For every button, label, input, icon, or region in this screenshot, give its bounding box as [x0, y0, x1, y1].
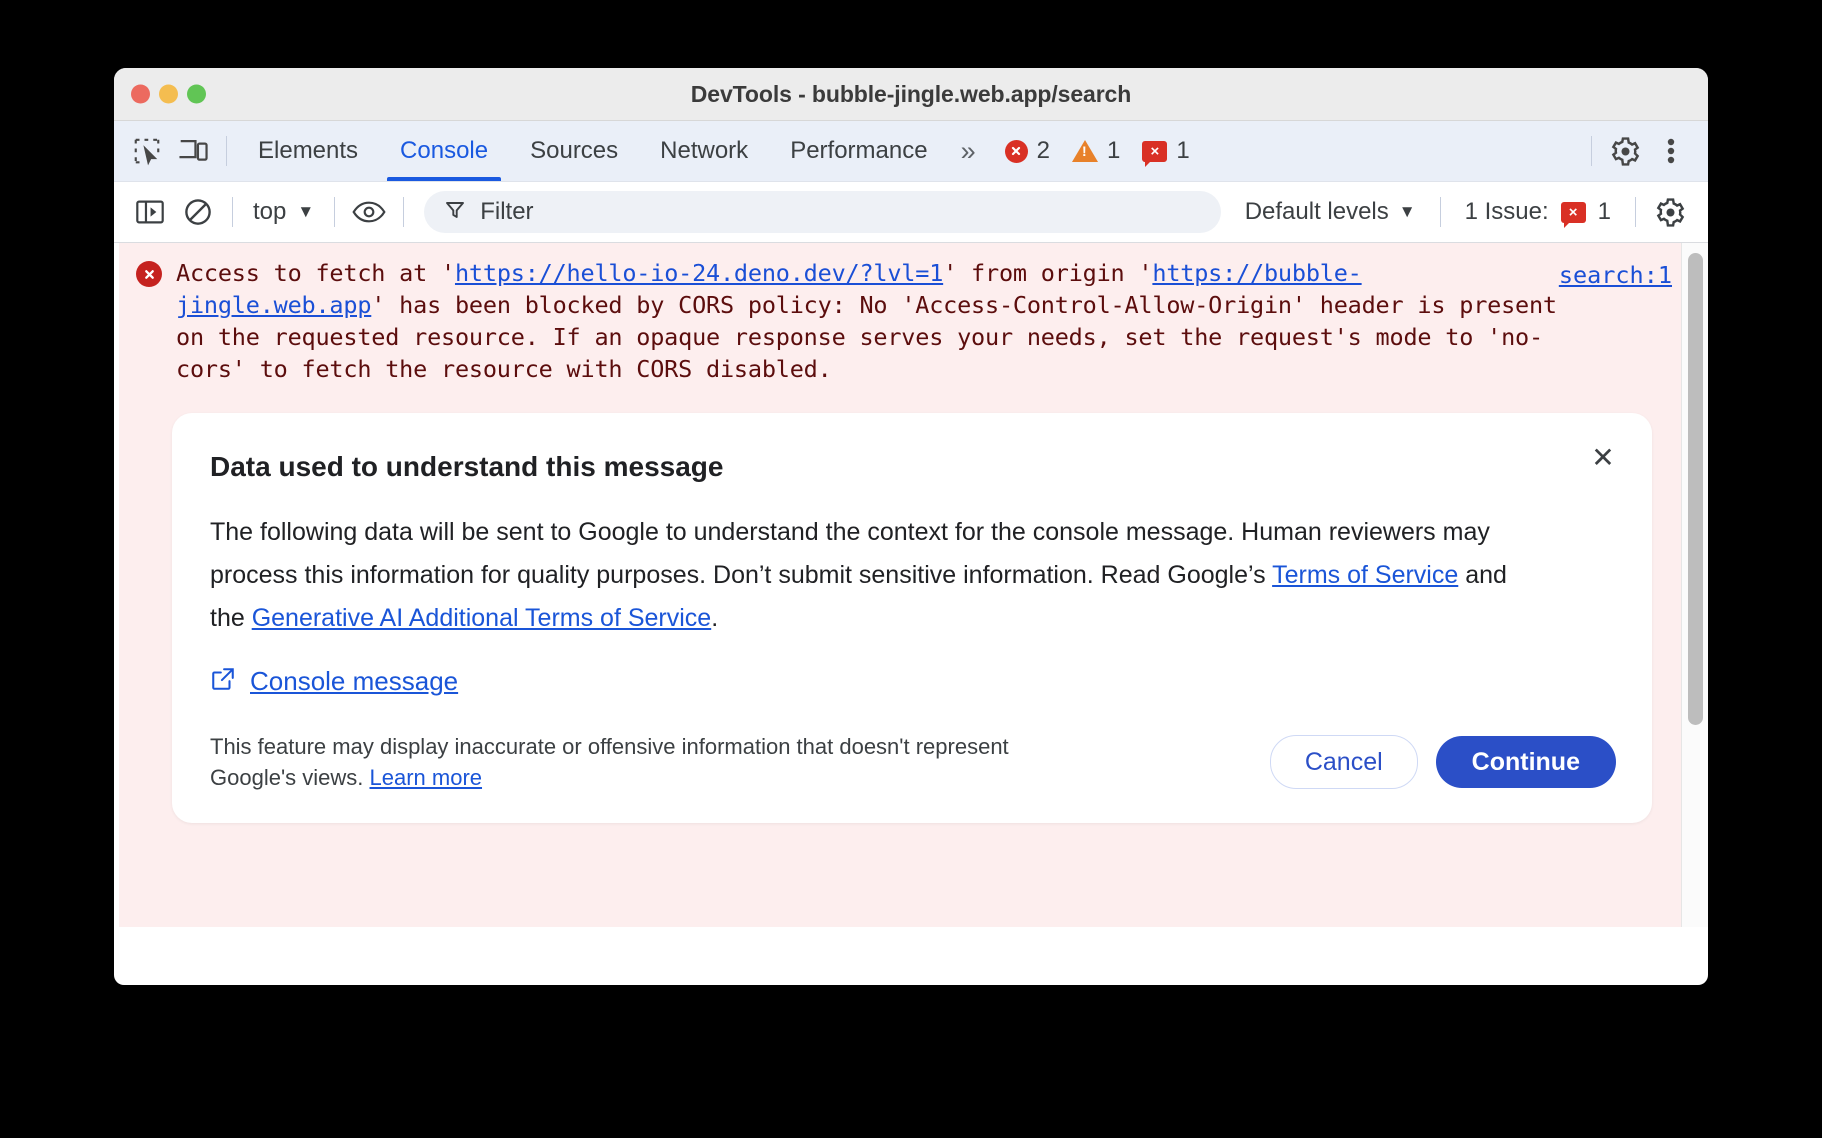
more-tabs-chevron-icon[interactable]: » — [949, 136, 988, 167]
warning-counter[interactable]: 1 — [1061, 137, 1131, 165]
console-toolbar: top ▼ Filter Default levels ▼ 1 Issue: — [114, 182, 1708, 243]
external-link-icon — [210, 666, 236, 697]
console-error-text: Access to fetch at 'https://hello-io-24.… — [176, 257, 1688, 385]
tab-network[interactable]: Network — [639, 121, 769, 181]
devtools-tabs: Elements Console Sources Network Perform… — [237, 121, 949, 181]
issues-count: 1 — [1176, 137, 1189, 165]
console-toolbar-divider-1 — [232, 197, 233, 227]
terms-of-service-link[interactable]: Terms of Service — [1272, 561, 1458, 589]
issue-bubble-glyph: × — [1150, 144, 1159, 159]
consent-body-part-3: . — [711, 604, 718, 632]
tab-elements[interactable]: Elements — [237, 121, 379, 181]
close-icon[interactable]: ✕ — [1584, 439, 1622, 477]
issue-counters: 2 1 × 1 — [994, 137, 1201, 165]
error-circle-icon-message — [136, 261, 162, 287]
inspect-element-icon[interactable] — [124, 128, 170, 174]
console-toolbar-divider-2 — [334, 197, 335, 227]
close-window-button[interactable] — [131, 85, 150, 104]
tabstrip-divider-right — [1591, 136, 1592, 166]
issue-bubble-glyph-toolbar: × — [1569, 205, 1578, 220]
kebab-menu-icon[interactable] — [1648, 128, 1694, 174]
tabstrip-right-icons — [1581, 128, 1694, 174]
generative-ai-terms-link[interactable]: Generative AI Additional Terms of Servic… — [252, 604, 712, 632]
device-toolbar-icon[interactable] — [170, 128, 216, 174]
error-text-part-1: Access to fetch at ' — [176, 259, 455, 287]
search-input[interactable]: Filter — [424, 191, 1220, 233]
live-expression-eye-icon[interactable] — [345, 190, 393, 234]
filter-placeholder-text: Filter — [480, 198, 533, 226]
console-body: Access to fetch at 'https://hello-io-24.… — [114, 243, 1708, 927]
warning-count: 1 — [1107, 137, 1120, 165]
tab-performance[interactable]: Performance — [769, 121, 948, 181]
issues-summary[interactable]: 1 Issue: × 1 — [1451, 198, 1625, 226]
learn-more-link[interactable]: Learn more — [370, 765, 483, 790]
context-label: top — [253, 198, 286, 226]
window-title: DevTools - bubble-jingle.web.app/search — [691, 81, 1131, 108]
chevron-down-icon: ▼ — [297, 202, 314, 222]
console-toolbar-divider-5 — [1635, 197, 1636, 227]
error-counter[interactable]: 2 — [994, 137, 1061, 165]
javascript-context-selector[interactable]: top ▼ — [243, 198, 324, 226]
chevron-down-icon-levels: ▼ — [1399, 202, 1416, 222]
tab-sources[interactable]: Sources — [509, 121, 639, 181]
clear-console-icon[interactable] — [174, 190, 222, 234]
consent-card-buttons: Cancel Continue — [1270, 735, 1616, 789]
minimize-window-button[interactable] — [159, 85, 178, 104]
consent-disclaimer: This feature may display inaccurate or o… — [210, 731, 1010, 793]
tabstrip-divider — [226, 136, 227, 166]
console-settings-gear-icon[interactable] — [1646, 190, 1694, 234]
console-message-link-label: Console message — [250, 666, 458, 697]
consent-card-body: The following data will be sent to Googl… — [210, 511, 1540, 640]
log-levels-label: Default levels — [1245, 198, 1389, 226]
consent-card: ✕ Data used to understand this message T… — [172, 413, 1652, 823]
console-source-link[interactable]: search:1 — [1559, 261, 1672, 289]
console-toolbar-divider-3 — [403, 197, 404, 227]
devtools-tabstrip: Elements Console Sources Network Perform… — [114, 121, 1708, 182]
consent-card-footer: This feature may display inaccurate or o… — [208, 731, 1616, 793]
log-levels-dropdown[interactable]: Default levels ▼ — [1231, 198, 1430, 226]
error-text-part-2: ' from origin ' — [943, 259, 1152, 287]
continue-button[interactable]: Continue — [1436, 736, 1616, 788]
issues-counter[interactable]: × 1 — [1131, 137, 1200, 165]
console-message-data-link[interactable]: Console message — [210, 666, 1616, 697]
consent-card-title: Data used to understand this message — [210, 451, 1616, 483]
disclaimer-text: This feature may display inaccurate or o… — [210, 734, 1009, 790]
issues-summary-label: 1 Issue: — [1465, 198, 1549, 226]
devtools-window: DevTools - bubble-jingle.web.app/search … — [114, 68, 1708, 985]
console-toolbar-divider-4 — [1440, 197, 1441, 227]
console-scrollbar[interactable] — [1681, 243, 1708, 927]
issue-bubble-icon: × — [1142, 141, 1167, 162]
console-scrollbar-thumb[interactable] — [1688, 253, 1703, 725]
console-error-message[interactable]: Access to fetch at 'https://hello-io-24.… — [114, 243, 1708, 391]
error-count: 2 — [1037, 137, 1050, 165]
cancel-button[interactable]: Cancel — [1270, 735, 1418, 789]
error-circle-icon — [1005, 140, 1028, 163]
console-sidebar-icon[interactable] — [126, 190, 174, 234]
issue-bubble-icon-toolbar: × — [1561, 202, 1586, 223]
maximize-window-button[interactable] — [187, 85, 206, 104]
error-url-link-1[interactable]: https://hello-io-24.deno.dev/?lvl=1 — [455, 259, 943, 287]
gear-icon[interactable] — [1602, 128, 1648, 174]
filter-funnel-icon — [444, 199, 466, 226]
error-text-part-3: ' has been blocked by CORS policy: No 'A… — [176, 291, 1571, 383]
tab-console[interactable]: Console — [379, 121, 509, 181]
traffic-light-controls — [131, 85, 206, 104]
warning-triangle-icon — [1072, 140, 1098, 162]
window-titlebar: DevTools - bubble-jingle.web.app/search — [114, 68, 1708, 121]
issues-summary-count: 1 — [1598, 198, 1611, 226]
